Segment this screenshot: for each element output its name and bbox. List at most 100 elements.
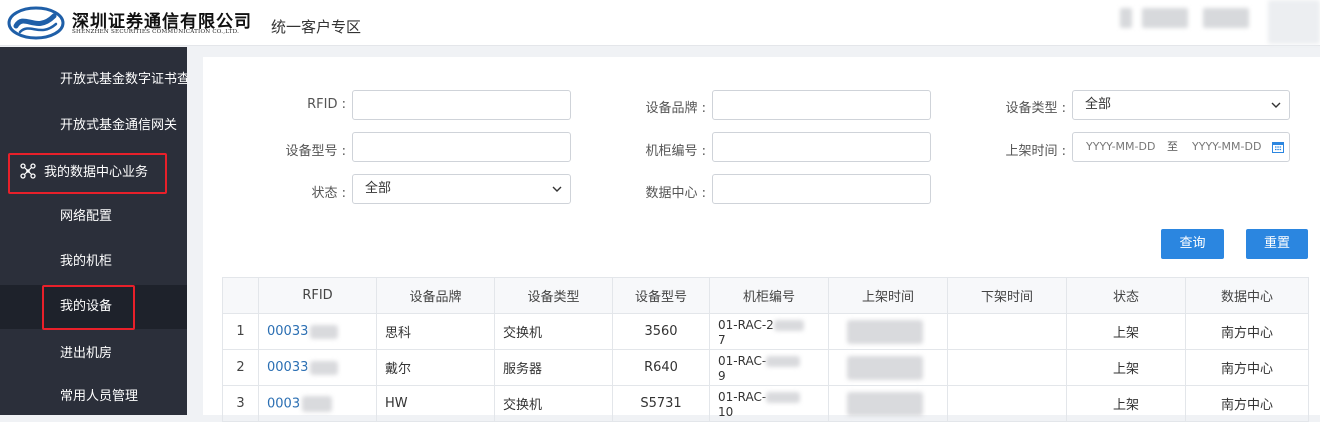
rfid-cell[interactable]: 00033 <box>258 313 377 350</box>
obscured-text <box>847 355 923 380</box>
table-row[interactable]: 1 00033 思科 交换机 3560 01-RAC-2 7 上架 南方中心 <box>222 313 1309 350</box>
user-info-obscured <box>1142 8 1188 28</box>
company-name-en: SHENZHEN SECURITIES COMMUNICATION CO.,LT… <box>72 29 240 35</box>
unshelf-time-cell <box>947 349 1067 386</box>
cabinet-line: 01-RAC-2 <box>718 317 774 332</box>
column-header[interactable]: RFID <box>258 277 377 314</box>
shelf-time-cell <box>828 313 948 350</box>
model-cell: 3560 <box>612 313 710 350</box>
device-table: RFID 设备品牌 设备类型 设备型号 机柜编号 上架时间 下架时间 状态 数据… <box>222 277 1309 422</box>
brand-cell: 戴尔 <box>376 349 495 386</box>
shelf-time-cell <box>828 349 948 386</box>
cabinet-line: 01-RAC- <box>718 353 767 368</box>
column-header[interactable]: 数据中心 <box>1185 277 1309 314</box>
rfid-cell[interactable]: 00033 <box>258 349 377 386</box>
brand-cell: 思科 <box>376 313 495 350</box>
rfid-input[interactable] <box>352 90 571 120</box>
model-input[interactable] <box>352 132 571 162</box>
obscured-text <box>310 324 339 339</box>
portal-title: 统一客户专区 <box>271 18 362 36</box>
model-cell: R640 <box>612 349 710 386</box>
unshelf-time-cell <box>947 385 1067 422</box>
model-label: 设备型号 : <box>285 144 346 159</box>
unshelf-time-cell <box>947 313 1067 350</box>
column-header[interactable]: 状态 <box>1066 277 1186 314</box>
highlight-box <box>42 285 135 330</box>
cabinet-input[interactable] <box>712 132 931 162</box>
table-row[interactable]: 3 0003 HW 交换机 S5731 01-RAC- 10 上架 南方中心 <box>222 385 1309 422</box>
column-header[interactable]: 设备品牌 <box>376 277 495 314</box>
top-header: 深圳证券通信有限公司 SHENZHEN SECURITIES COMMUNICA… <box>0 0 1320 46</box>
obscured-text <box>310 360 339 375</box>
avatar[interactable] <box>1268 0 1320 44</box>
sidebar-item-fund-gateway[interactable]: 开放式基金通信网关 <box>0 104 187 148</box>
sidebar-item-my-cabinet[interactable]: 我的机柜 <box>0 240 187 284</box>
datacenter-cell: 南方中心 <box>1185 385 1309 422</box>
cabinet-line: 9 <box>718 368 726 383</box>
date-separator: 至 <box>1167 140 1178 153</box>
brand-cell: HW <box>376 385 495 422</box>
type-cell: 交换机 <box>494 313 613 350</box>
rfid-link[interactable]: 00033 <box>267 360 308 375</box>
reset-button[interactable]: 重置 <box>1246 229 1308 259</box>
shelf-time-range[interactable]: YYYY-MM-DD 至 YYYY-MM-DD <box>1072 132 1290 162</box>
column-header[interactable]: 设备类型 <box>494 277 613 314</box>
sidebar-item-machine-room-access[interactable]: 进出机房 <box>0 332 187 376</box>
brand-input[interactable] <box>712 90 931 120</box>
type-cell: 交换机 <box>494 385 613 422</box>
column-header[interactable]: 设备型号 <box>612 277 710 314</box>
obscured-text <box>847 319 923 344</box>
datacenter-cell: 南方中心 <box>1185 349 1309 386</box>
cabinet-cell: 01-RAC- 10 <box>709 385 829 422</box>
status-select[interactable]: 全部 <box>352 174 571 204</box>
datacenter-cell: 南方中心 <box>1185 313 1309 350</box>
calendar-icon[interactable] <box>1272 141 1284 153</box>
table-row[interactable]: 2 00033 戴尔 服务器 R640 01-RAC- 9 上架 南方中心 <box>222 349 1309 386</box>
date-to-placeholder: YYYY-MM-DD <box>1192 140 1262 153</box>
user-info-obscured[interactable] <box>1120 8 1132 28</box>
highlight-box <box>8 153 167 194</box>
column-header[interactable]: 上架时间 <box>828 277 948 314</box>
row-index: 2 <box>222 349 259 386</box>
brand-label: 设备品牌 : <box>645 101 706 116</box>
sidebar-item-personnel[interactable]: 常用人员管理 <box>0 375 187 419</box>
company-logo-icon <box>7 6 65 40</box>
column-header[interactable]: 机柜编号 <box>709 277 829 314</box>
shelf-time-label: 上架时间 : <box>1005 144 1066 159</box>
rfid-cell[interactable]: 0003 <box>258 385 377 422</box>
sidebar: 开放式基金数字证书查询 开放式基金通信网关 我的数据中心业务 网络配置 我的机柜… <box>0 47 187 415</box>
column-header-index <box>222 277 259 314</box>
type-cell: 服务器 <box>494 349 613 386</box>
model-cell: S5731 <box>612 385 710 422</box>
column-header[interactable]: 下架时间 <box>947 277 1067 314</box>
sidebar-item-fund-certificate[interactable]: 开放式基金数字证书查询 <box>0 58 187 102</box>
status-label: 状态 : <box>311 186 346 201</box>
cabinet-label: 机柜编号 : <box>645 144 706 159</box>
sidebar-item-network-config[interactable]: 网络配置 <box>0 195 187 239</box>
cabinet-cell: 01-RAC- 9 <box>709 349 829 386</box>
device-type-select[interactable]: 全部 <box>1072 90 1290 120</box>
obscured-text <box>773 319 804 331</box>
rfid-label: RFID : <box>307 97 346 112</box>
datacenter-label: 数据中心 : <box>645 186 706 201</box>
row-index: 1 <box>222 313 259 350</box>
date-from-placeholder: YYYY-MM-DD <box>1086 140 1156 153</box>
rfid-link[interactable]: 00033 <box>267 324 308 339</box>
user-info-obscured <box>1203 8 1249 28</box>
obscured-text <box>847 391 923 416</box>
query-button[interactable]: 查询 <box>1161 229 1224 259</box>
obscured-text <box>766 391 801 403</box>
cabinet-line: 10 <box>718 404 734 419</box>
device-type-label: 设备类型 : <box>1005 101 1066 116</box>
cabinet-line: 7 <box>718 332 726 347</box>
row-index: 3 <box>222 385 259 422</box>
rfid-link[interactable]: 0003 <box>267 396 300 411</box>
status-cell: 上架 <box>1066 349 1186 386</box>
datacenter-input[interactable] <box>712 174 931 204</box>
obscured-text <box>302 395 333 412</box>
cabinet-cell: 01-RAC-2 7 <box>709 313 829 350</box>
cabinet-line: 01-RAC- <box>718 389 767 404</box>
status-cell: 上架 <box>1066 313 1186 350</box>
obscured-text <box>766 355 801 367</box>
chevron-down-icon <box>1271 102 1281 108</box>
